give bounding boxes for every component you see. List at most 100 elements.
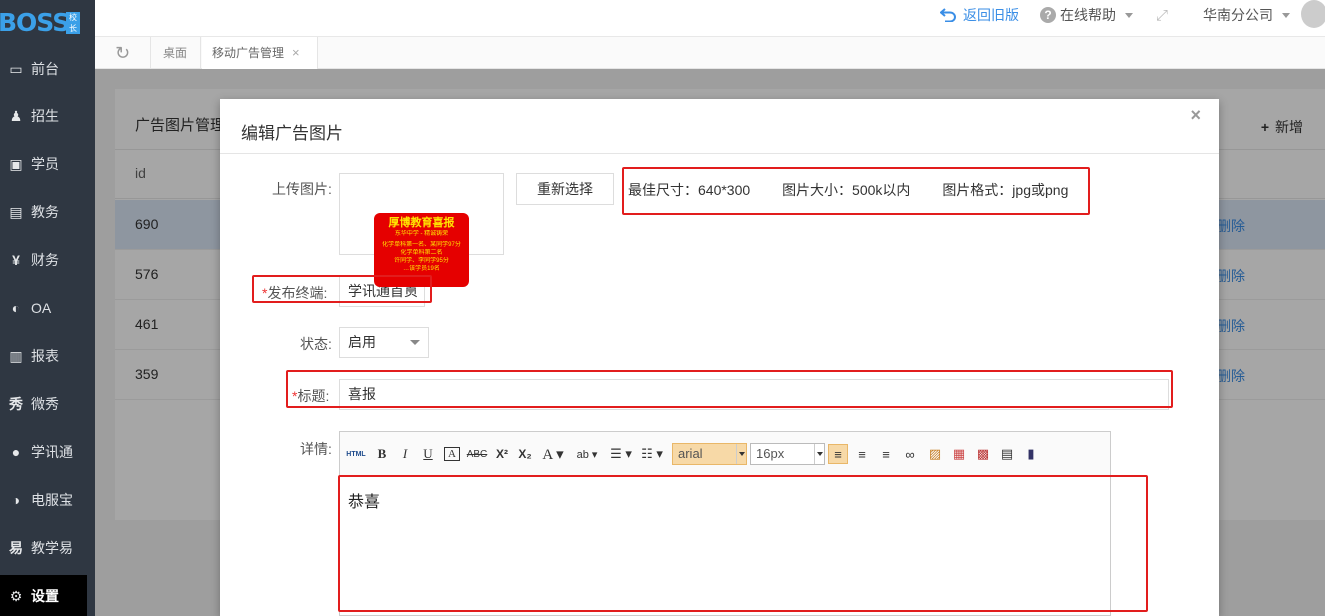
back-old-version-link[interactable]: 返回旧版: [940, 0, 1019, 30]
align-center-icon[interactable]: ≡: [853, 444, 871, 464]
sidebar-item-jiaoxueyi[interactable]: 易教学易: [0, 527, 95, 569]
oa-icon: ◐: [11, 300, 21, 316]
bar-chart-icon: ▥: [9, 347, 23, 364]
logo-text: BOSS: [0, 8, 70, 37]
chevron-down-icon: [410, 340, 420, 345]
desk-icon: ▭: [9, 60, 23, 77]
avatar[interactable]: [1301, 0, 1325, 28]
bold-icon[interactable]: B: [375, 444, 389, 464]
tab-label: 移动广告管理: [212, 46, 285, 60]
editor-content[interactable]: 恭喜: [348, 488, 380, 512]
sidebar-item-label: 教务: [31, 204, 59, 220]
sidebar-item-label: OA: [31, 300, 52, 316]
app-logo[interactable]: BOSS 校长: [0, 0, 95, 37]
sidebar-item-label: 前台: [31, 61, 59, 77]
sidebar-item-enrollment[interactable]: ♟ 招生: [0, 95, 95, 137]
sidebar-item-front-desk[interactable]: ▭ 前台: [0, 47, 95, 89]
sidebar-item-academic[interactable]: ▤ 教务: [0, 191, 95, 233]
add-user-icon: ♟: [9, 107, 23, 124]
fullscreen-icon[interactable]: ⤢: [1156, 0, 1168, 30]
sidebar-item-settings[interactable]: ⚙ 设置: [0, 575, 87, 616]
italic-icon[interactable]: I: [398, 444, 412, 464]
tab-bar: ↻ 桌面 移动广告管理 ×: [95, 37, 1325, 69]
font-family-value: arial: [678, 446, 703, 461]
html-source-icon[interactable]: HTML: [346, 444, 366, 464]
terminal-label: *发布终端:: [262, 285, 328, 301]
video-icon[interactable]: ▮: [1022, 444, 1040, 464]
tab-desktop[interactable]: 桌面: [152, 37, 201, 69]
weixiu-icon: 秀: [9, 396, 23, 412]
close-icon[interactable]: ×: [292, 45, 300, 60]
status-select[interactable]: 启用: [339, 327, 429, 358]
thumb-sub: 东华中学 - 精诚铸荣: [394, 231, 449, 237]
sidebar-item-label: 学讯通: [31, 444, 73, 460]
hint-format: 图片格式：jpg或png: [942, 182, 1069, 198]
sidebar-item-xuexuntong[interactable]: ● 学讯通: [0, 431, 95, 473]
font-size-value: 16px: [756, 446, 785, 461]
highlight-icon[interactable]: ab ▾: [573, 444, 601, 464]
ordered-list-icon[interactable]: ☰ ▾: [607, 444, 635, 464]
align-right-icon[interactable]: ≡: [877, 444, 895, 464]
unordered-list-icon[interactable]: ☷ ▾: [638, 444, 666, 464]
close-icon[interactable]: ×: [1190, 105, 1201, 126]
align-left-icon[interactable]: ≡: [828, 444, 848, 464]
thumb-line: 化学单科第二名: [400, 250, 443, 256]
table-icon[interactable]: ▤: [998, 444, 1016, 464]
image-upload-icon[interactable]: ▦: [950, 444, 968, 464]
chevron-down-icon: [736, 444, 746, 464]
hint-size: 最佳尺寸：640*300: [628, 182, 751, 198]
yen-icon: ¥: [12, 252, 20, 268]
sidebar-item-label: 电服宝: [31, 492, 73, 508]
title-label-text: 标题:: [297, 388, 330, 404]
company-label: 华南分公司: [1203, 7, 1273, 23]
chevron-down-icon: [406, 289, 416, 294]
location-icon: ●: [11, 444, 21, 460]
gear-icon: ⚙: [9, 587, 23, 604]
reselect-button[interactable]: 重新选择: [516, 173, 614, 205]
help-icon: ?: [1040, 7, 1056, 23]
font-family-select[interactable]: arial: [672, 443, 747, 465]
sidebar-item-reports[interactable]: ▥ 报表: [0, 335, 95, 377]
strikethrough-icon[interactable]: ABC: [467, 444, 488, 464]
top-header: BOSS 校长 返回旧版 ? 在线帮助 ⤢ 华南分公司: [0, 0, 1325, 37]
divider: [220, 153, 1219, 154]
refresh-icon[interactable]: ↻: [95, 37, 151, 69]
rich-text-editor[interactable]: HTML B I U A ABC X² X₂ A ▾ ab ▾ ☰ ▾ ☷ ▾ …: [339, 431, 1111, 616]
sidebar-item-weixiu[interactable]: 秀微秀: [0, 383, 95, 425]
sidebar-item-label: 学员: [31, 156, 59, 172]
sidebar-item-oa[interactable]: ◐ OA: [0, 287, 95, 329]
teach-icon: 易: [9, 540, 23, 556]
sidebar-item-students[interactable]: ▣ 学员: [0, 143, 95, 185]
sidebar-item-label: 设置: [31, 588, 59, 604]
sidebar-item-finance[interactable]: ¥ 财务: [0, 239, 95, 281]
underline-icon[interactable]: U: [421, 444, 435, 464]
superscript-icon[interactable]: X²: [493, 444, 511, 464]
chevron-down-icon: [1125, 12, 1133, 18]
picture-icon[interactable]: ▩: [974, 444, 992, 464]
thumb-line: …该学员19名: [403, 266, 440, 272]
font-color-icon[interactable]: A ▾: [540, 444, 566, 464]
tab-mobile-ad-management[interactable]: 移动广告管理 ×: [202, 37, 318, 69]
terminal-label-text: 发布终端:: [267, 285, 328, 301]
hint-filesize: 图片大小：500k以内: [782, 182, 911, 198]
sidebar-item-label: 微秀: [31, 396, 59, 412]
font-size-select[interactable]: 16px: [750, 443, 825, 465]
detail-label: 详情:: [300, 441, 332, 457]
title-input[interactable]: 喜报: [339, 379, 1169, 410]
sidebar-item-label: 招生: [31, 108, 59, 124]
link-icon[interactable]: ∞: [901, 444, 919, 464]
online-help-menu[interactable]: ? 在线帮助: [1040, 0, 1133, 30]
undo-icon: [940, 8, 956, 22]
sidebar-item-label: 教学易: [31, 540, 73, 556]
image-insert-icon[interactable]: ▨: [926, 444, 944, 464]
status-label: 状态:: [300, 336, 332, 352]
thumb-line: 化学单科第一名、某同学97分: [382, 242, 461, 248]
sidebar-item-dianfubao[interactable]: ◑ 电服宝: [0, 479, 95, 521]
online-help-label: 在线帮助: [1060, 7, 1116, 23]
company-switcher[interactable]: 华南分公司: [1203, 0, 1290, 30]
subscript-icon[interactable]: X₂: [516, 444, 534, 464]
font-border-icon[interactable]: A: [444, 447, 460, 461]
phone-icon: ◑: [11, 492, 21, 508]
status-value: 启用: [348, 334, 376, 350]
sidebar-item-label: 报表: [31, 348, 59, 364]
